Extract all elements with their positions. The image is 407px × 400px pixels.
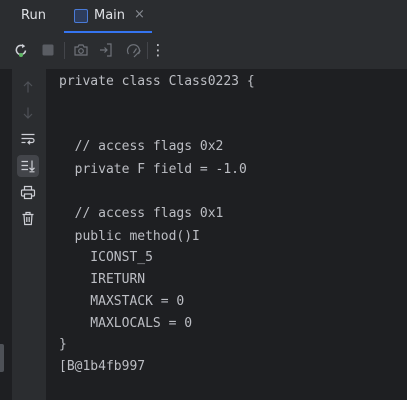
- console-line: public method()I: [59, 229, 200, 244]
- print-icon[interactable]: [17, 181, 39, 203]
- toolbar-separator: [64, 42, 65, 59]
- console-line: // access flags 0x1: [59, 206, 224, 221]
- console-line: private F field = -1.0: [59, 162, 247, 177]
- arrow-up-icon[interactable]: [17, 76, 39, 98]
- arrow-down-icon[interactable]: [17, 102, 39, 124]
- tool-window-title: Run: [21, 8, 46, 23]
- console-line: [B@1b4fb997: [59, 359, 146, 374]
- stop-icon[interactable]: [38, 40, 58, 60]
- console-line: MAXSTACK = 0: [59, 294, 185, 309]
- tool-window-header: Run Main ×: [0, 0, 407, 33]
- run-tool-window: Run Main × ⋮ private class Class0223 {/…: [0, 0, 407, 400]
- console-line: }: [59, 337, 67, 352]
- side-strip: [0, 69, 12, 400]
- close-icon[interactable]: ×: [134, 7, 145, 23]
- console-output[interactable]: private class Class0223 { // access flag…: [46, 69, 407, 400]
- application-icon: [74, 9, 88, 23]
- trash-icon[interactable]: [17, 207, 39, 229]
- side-marker: [0, 344, 4, 372]
- tab-main[interactable]: Main ×: [64, 0, 152, 33]
- console-line: IRETURN: [59, 272, 146, 287]
- exit-icon[interactable]: [96, 40, 116, 60]
- console-line: private class Class0223 {: [59, 74, 255, 89]
- console-actions-gutter: [12, 69, 46, 400]
- rerun-icon[interactable]: [11, 40, 31, 60]
- console-line: // access flags 0x2: [59, 139, 224, 154]
- console-line: MAXLOCALS = 0: [59, 316, 193, 331]
- tab-label: Main: [94, 8, 126, 23]
- soft-wrap-icon[interactable]: [17, 128, 39, 150]
- camera-icon[interactable]: [71, 40, 91, 60]
- scroll-to-end-icon[interactable]: [17, 155, 39, 177]
- run-toolbar: ⋮: [0, 33, 407, 70]
- console-line: ICONST_5: [59, 250, 153, 265]
- settings-icon[interactable]: [123, 40, 143, 60]
- more-icon[interactable]: ⋮: [148, 40, 168, 60]
